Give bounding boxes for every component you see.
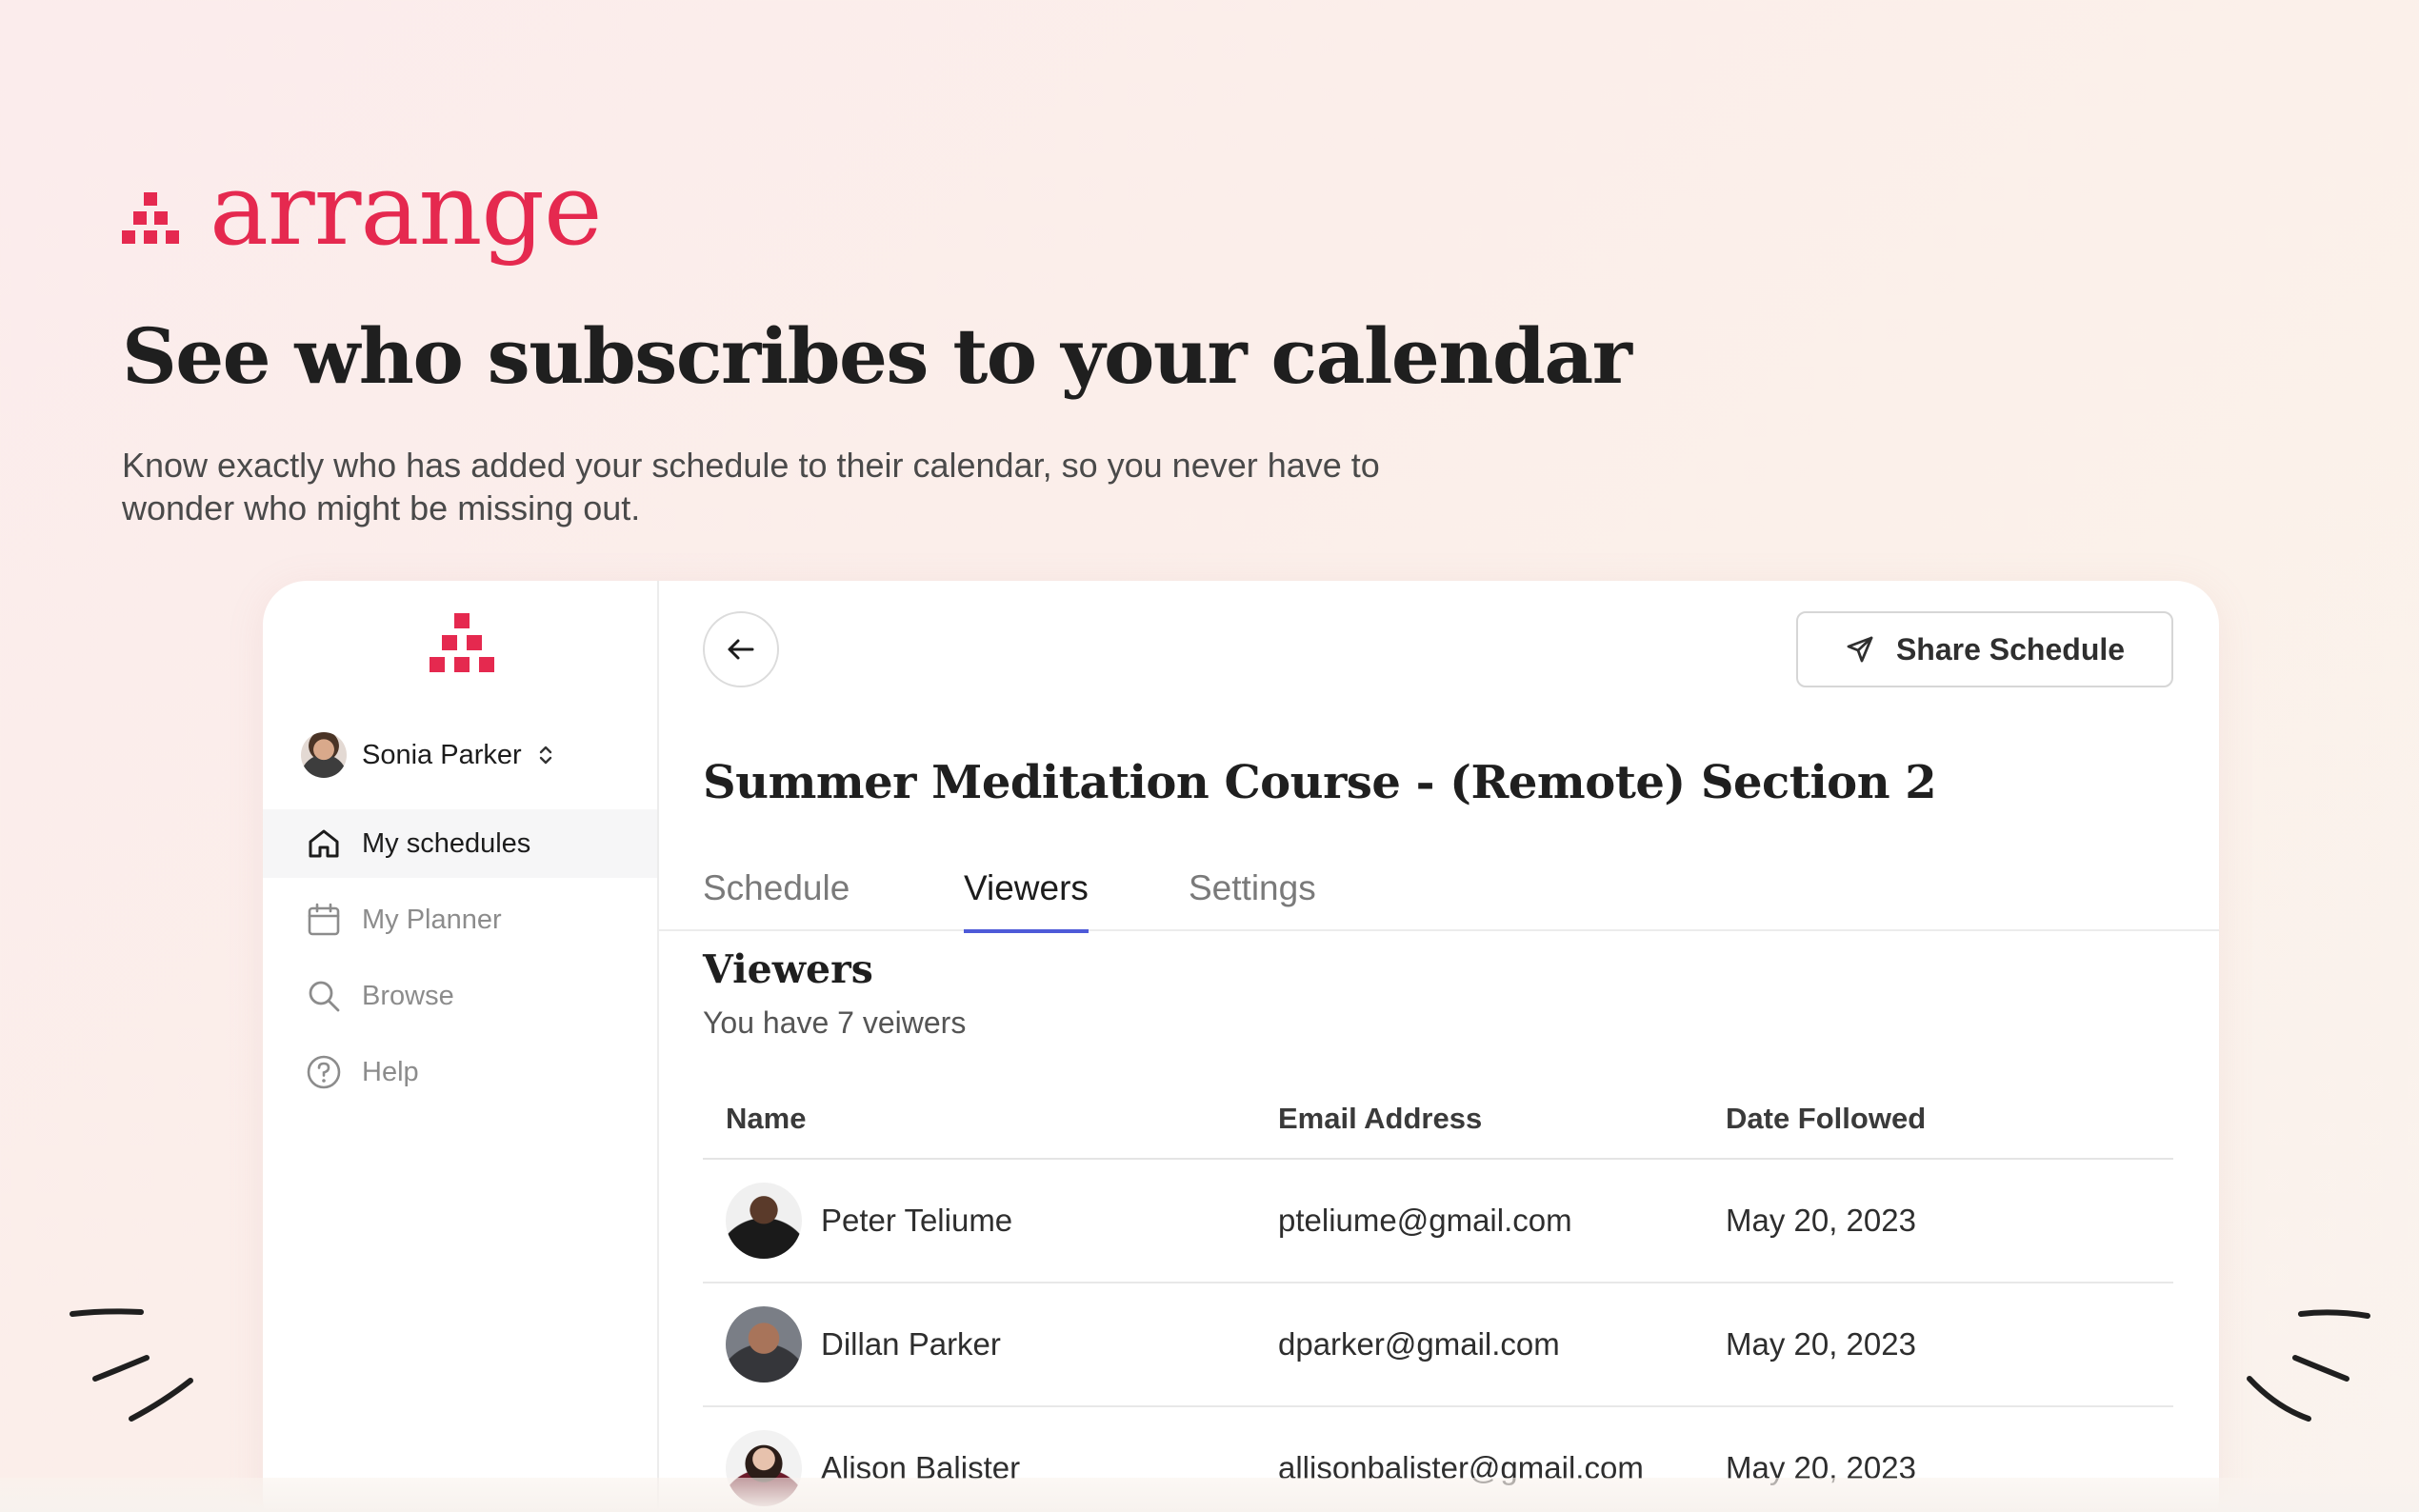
sidebar-item-label: My Planner (362, 904, 502, 935)
share-schedule-button[interactable]: Share Schedule (1796, 611, 2173, 687)
squiggle-doodle-icon (70, 1308, 193, 1422)
table-row[interactable]: Peter Teliume pteliume@gmail.com May 20,… (703, 1160, 2173, 1283)
user-switcher[interactable]: Sonia Parker (301, 731, 556, 779)
viewer-date: May 20, 2023 (1726, 1203, 1916, 1238)
viewer-count: You have 7 veiwers (703, 1005, 967, 1040)
send-icon (1847, 636, 1873, 663)
calendar-icon (308, 903, 340, 936)
viewer-name: Dillan Parker (821, 1326, 1001, 1362)
viewer-date: May 20, 2023 (1726, 1326, 1916, 1362)
chevron-up-down-icon (539, 746, 551, 765)
share-schedule-label: Share Schedule (1895, 631, 2126, 666)
sidebar-item-my-schedules[interactable]: My schedules (263, 809, 657, 878)
viewer-email: dparker@gmail.com (1278, 1326, 1560, 1362)
hero-headline: See who subscribes to your calendar (122, 311, 1632, 401)
tab-viewers[interactable]: Viewers (964, 846, 1089, 933)
section-title: Viewers (703, 946, 873, 992)
help-icon (307, 1055, 341, 1089)
user-name: Sonia Parker (362, 739, 522, 770)
column-header-email[interactable]: Email Address (1278, 1102, 1726, 1136)
search-icon (309, 981, 340, 1012)
main-content: Share Schedule Summer Meditation Course … (659, 581, 2219, 1512)
sidebar-item-browse[interactable]: Browse (263, 962, 657, 1030)
page-title: Summer Meditation Course - (Remote) Sect… (703, 756, 1937, 809)
tab-bar: Schedule Viewers Settings (659, 846, 2219, 933)
brand-wordmark: arrange (210, 151, 603, 268)
back-button[interactable] (703, 611, 779, 687)
tab-schedule[interactable]: Schedule (703, 846, 850, 931)
tab-settings[interactable]: Settings (1189, 846, 1316, 931)
sidebar-item-label: Browse (362, 980, 454, 1011)
viewer-email: pteliume@gmail.com (1278, 1203, 1572, 1238)
sidebar-item-label: My schedules (362, 827, 531, 859)
blocks-logo-icon[interactable] (429, 611, 495, 678)
sidebar: Sonia Parker My schedules My Planner Bro… (263, 581, 659, 1512)
viewer-name: Peter Teliume (821, 1203, 1013, 1238)
viewers-table: Name Email Address Date Followed Peter T… (703, 1080, 2173, 1512)
bottom-fade (0, 1478, 2419, 1512)
blocks-logo-icon (122, 192, 179, 244)
app-window: Sonia Parker My schedules My Planner Bro… (263, 581, 2219, 1512)
sidebar-nav: My schedules My Planner Browse Help (263, 809, 657, 1114)
hero-subhead: Know exactly who has added your schedule… (122, 446, 1380, 527)
avatar (301, 732, 347, 778)
table-header: Name Email Address Date Followed (703, 1080, 2173, 1160)
column-header-name[interactable]: Name (703, 1102, 1278, 1136)
column-header-date[interactable]: Date Followed (1726, 1102, 2173, 1136)
brand-logo: arrange (122, 151, 603, 268)
table-row[interactable]: Dillan Parker dparker@gmail.com May 20, … (703, 1283, 2173, 1407)
sidebar-item-my-planner[interactable]: My Planner (263, 885, 657, 954)
home-icon (309, 829, 339, 858)
avatar (726, 1306, 802, 1383)
avatar (726, 1183, 802, 1259)
arrow-left-icon (728, 639, 754, 660)
squiggle-doodle-icon (2247, 1309, 2370, 1422)
sidebar-item-help[interactable]: Help (263, 1038, 657, 1106)
sidebar-item-label: Help (362, 1056, 419, 1087)
